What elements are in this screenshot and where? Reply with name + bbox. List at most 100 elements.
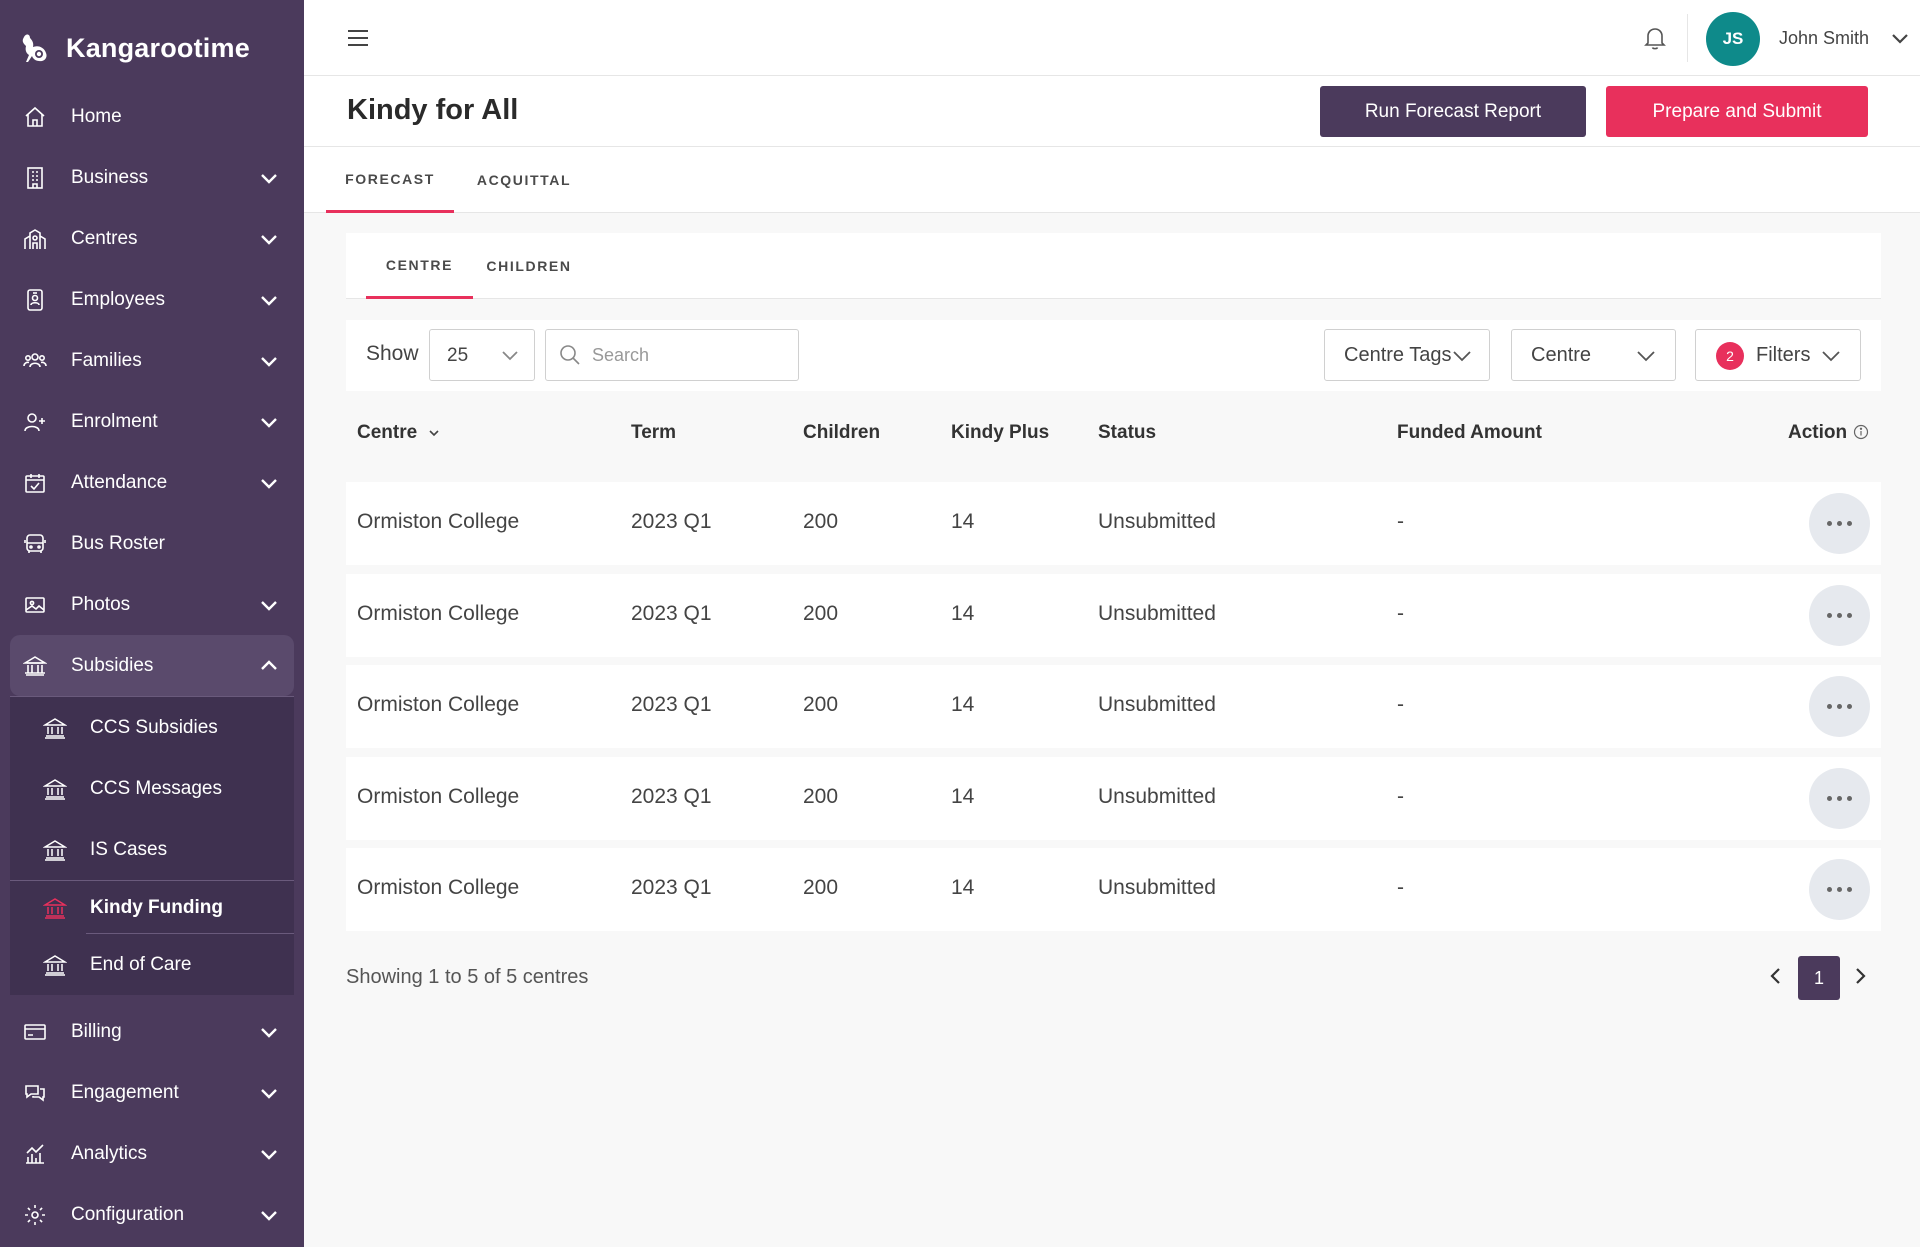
chevron-left-icon[interactable] <box>1762 962 1790 990</box>
sidebar-item-business[interactable]: Business <box>0 147 304 208</box>
kangaroo-logo-icon <box>22 34 47 62</box>
row-actions-button[interactable] <box>1809 767 1870 829</box>
add-user-icon <box>22 409 48 435</box>
table-row: Ormiston College 2023 Q1 200 14 Unsubmit… <box>346 665 1881 748</box>
run-forecast-report-button[interactable]: Run Forecast Report <box>1320 86 1586 137</box>
analytics-icon <box>22 1141 48 1167</box>
sidebar-item-label: Subsidies <box>71 654 154 676</box>
tab-forecast[interactable]: FORECAST <box>326 147 454 213</box>
info-icon[interactable] <box>1853 424 1869 440</box>
cell-centre: Ormiston College <box>357 876 520 899</box>
sidebar: Kangarootime Home Business Centres Emplo… <box>0 0 304 1247</box>
chevron-down-icon <box>261 417 277 428</box>
centre-tags-dropdown[interactable]: Centre Tags <box>1324 329 1490 381</box>
column-header-status: Status <box>1098 422 1157 443</box>
table-footer: Showing 1 to 5 of 5 centres 1 <box>346 950 1881 1000</box>
table-row: Ormiston College 2023 Q1 200 14 Unsubmit… <box>346 848 1881 931</box>
logo[interactable]: Kangarootime <box>18 28 250 68</box>
centres-icon <box>22 226 48 252</box>
table-row: Ormiston College 2023 Q1 200 14 Unsubmit… <box>346 756 1881 840</box>
sidebar-item-label: Billing <box>71 1020 122 1042</box>
cell-status: Unsubmitted <box>1098 693 1216 716</box>
tab-children[interactable]: CHILDREN <box>479 233 579 299</box>
cell-kindy-plus: 14 <box>951 510 975 533</box>
home-icon <box>22 104 48 130</box>
bell-icon[interactable] <box>1641 24 1669 52</box>
avatar[interactable]: JS <box>1706 12 1760 66</box>
cell-funded-amount: - <box>1397 876 1404 899</box>
sidebar-item-photos[interactable]: Photos <box>0 574 304 635</box>
pagination-summary: Showing 1 to 5 of 5 centres <box>346 966 589 988</box>
user-name[interactable]: John Smith <box>1779 28 1869 49</box>
sidebar-item-enrolment[interactable]: Enrolment <box>0 391 304 452</box>
cell-term: 2023 Q1 <box>631 601 712 625</box>
chevron-up-icon <box>261 659 277 670</box>
cell-centre: Ormiston College <box>357 784 520 808</box>
sidebar-item-label: Bus Roster <box>71 532 165 554</box>
sidebar-item-engagement[interactable]: Engagement <box>0 1062 304 1123</box>
filters-dropdown[interactable]: 2 Filters <box>1695 329 1861 381</box>
page-size-value: 25 <box>447 345 469 366</box>
chevron-down-icon[interactable] <box>1889 27 1911 49</box>
sidebar-item-attendance[interactable]: Attendance <box>0 452 304 513</box>
page-size-select[interactable]: 25 <box>429 329 535 381</box>
row-actions-button[interactable] <box>1809 676 1870 737</box>
sidebar-item-centres[interactable]: Centres <box>0 208 304 269</box>
sidebar-subitem-end-of-care[interactable]: End of Care <box>10 934 294 995</box>
sidebar-subitem-is-cases[interactable]: IS Cases <box>10 819 294 880</box>
sidebar-subitem-ccs-messages[interactable]: CCS Messages <box>10 758 294 819</box>
sidebar-item-label: Home <box>71 105 122 127</box>
cell-centre: Ormiston College <box>357 601 520 625</box>
prepare-and-submit-button[interactable]: Prepare and Submit <box>1606 86 1868 137</box>
sidebar-item-label: Business <box>71 166 149 188</box>
more-dots-icon <box>1827 612 1852 618</box>
sidebar-item-label: Enrolment <box>71 410 158 432</box>
sidebar-item-home[interactable]: Home <box>0 86 304 147</box>
chevron-down-icon <box>261 295 277 306</box>
tab-centre[interactable]: CENTRE <box>366 233 473 299</box>
bank-icon <box>42 715 68 741</box>
show-label: Show <box>366 342 419 365</box>
page-title: Kindy for All <box>347 94 519 126</box>
sidebar-item-configuration[interactable]: Configuration <box>0 1184 304 1245</box>
family-icon <box>22 348 48 374</box>
pagination-page-button[interactable]: 1 <box>1798 956 1840 1000</box>
sidebar-item-label: Attendance <box>71 471 168 493</box>
sidebar-item-subsidies[interactable]: Subsidies <box>10 635 294 696</box>
sidebar-item-analytics[interactable]: Analytics <box>0 1123 304 1184</box>
tab-acquittal[interactable]: ACQUITTAL <box>464 147 584 213</box>
row-actions-button[interactable] <box>1809 493 1870 554</box>
content-card: CENTRE CHILDREN Show 25 Centre Tags Cent… <box>346 233 1881 1000</box>
sidebar-subitem-kindy-funding[interactable]: Kindy Funding <box>10 880 294 934</box>
sidebar-subitem-ccs-subsidies[interactable]: CCS Subsidies <box>10 697 294 758</box>
column-header-centre[interactable]: Centre <box>357 422 441 444</box>
filter-bar: Show 25 Centre Tags Centre 2 Filters <box>346 320 1881 391</box>
search-input[interactable] <box>592 340 787 370</box>
sort-chevron-icon <box>429 430 439 437</box>
chevron-down-icon <box>261 356 277 367</box>
chevron-right-icon[interactable] <box>1846 962 1874 990</box>
bank-icon <box>42 895 68 921</box>
cell-kindy-plus: 14 <box>951 784 975 808</box>
sidebar-subitem-label: CCS Messages <box>90 777 222 799</box>
sidebar-item-bus-roster[interactable]: Bus Roster <box>0 513 304 574</box>
cell-term: 2023 Q1 <box>631 784 712 808</box>
search-field[interactable] <box>545 329 799 381</box>
more-dots-icon <box>1827 795 1852 801</box>
chevron-down-icon <box>502 351 518 361</box>
centre-dropdown-label: Centre <box>1531 344 1592 366</box>
sidebar-item-families[interactable]: Families <box>0 330 304 391</box>
row-actions-button[interactable] <box>1809 859 1870 920</box>
chevron-down-icon <box>261 600 277 611</box>
menu-icon[interactable] <box>346 27 370 49</box>
topbar: JS John Smith <box>304 0 1920 76</box>
sidebar-item-label: Configuration <box>71 1203 185 1225</box>
row-actions-button[interactable] <box>1809 584 1870 646</box>
centre-dropdown[interactable]: Centre <box>1511 329 1676 381</box>
cell-status: Unsubmitted <box>1098 876 1216 899</box>
cell-kindy-plus: 14 <box>951 876 975 899</box>
more-dots-icon <box>1827 887 1852 892</box>
bank-icon <box>42 952 68 978</box>
sidebar-item-employees[interactable]: Employees <box>0 269 304 330</box>
sidebar-item-billing[interactable]: Billing <box>0 1001 304 1062</box>
